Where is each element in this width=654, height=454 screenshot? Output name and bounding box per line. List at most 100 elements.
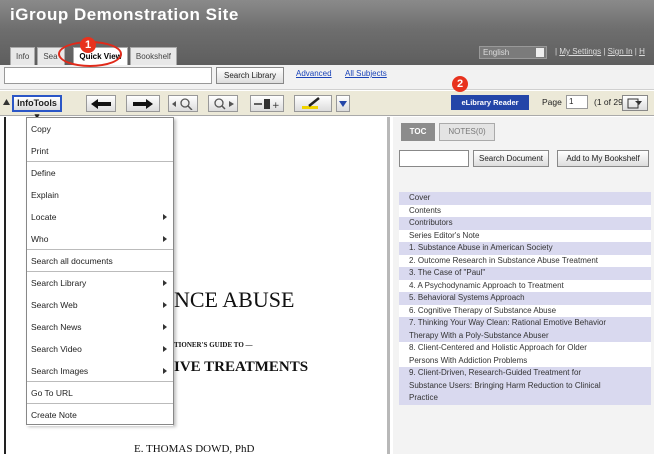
toc-item[interactable]: Therapy With a Poly-Substance Abuser (399, 329, 651, 342)
chevron-down-icon (536, 48, 544, 57)
toc-item[interactable]: Cover (399, 192, 651, 205)
language-value: English (483, 48, 510, 57)
menu-label: Search Video (31, 344, 82, 354)
link-help[interactable]: H (639, 47, 645, 56)
menu-item-search-news[interactable]: Search News (27, 316, 173, 338)
menu-item-search-library[interactable]: Search Library (27, 272, 173, 294)
tab-toc[interactable]: TOC (401, 123, 435, 141)
pages-icon (627, 98, 642, 109)
toc-item[interactable]: Series Editor's Note (399, 229, 651, 242)
highlight-button[interactable] (294, 95, 332, 112)
toc-pane: TOC NOTES(0) Search Document Add to My B… (393, 117, 654, 454)
advanced-search-link[interactable]: Advanced (296, 69, 332, 78)
infotools-menu: Copy Print Define Explain Locate Who Sea… (26, 117, 174, 426)
submenu-arrow-icon (163, 214, 167, 220)
menu-label: Locate (31, 212, 57, 222)
toc-item[interactable]: Persons With Addiction Problems (399, 354, 651, 367)
infotools-label: InfoTools (17, 98, 57, 108)
menu-label: Search all documents (31, 256, 113, 266)
zoom-out-button[interactable] (168, 95, 198, 112)
step-badge-1: 1 (80, 37, 96, 53)
highlight-dropdown[interactable] (336, 95, 350, 112)
arrow-right-icon (133, 99, 153, 109)
tab-info[interactable]: Info (10, 47, 36, 65)
toc-item[interactable]: 7. Thinking Your Way Clean: Rational Emo… (399, 317, 651, 330)
search-library-button[interactable]: Search Library (216, 67, 284, 84)
pages-view-button[interactable] (622, 95, 648, 111)
language-select[interactable]: English (479, 46, 547, 59)
book-author: E. THOMAS DOWD, PhD (134, 443, 255, 454)
menu-label: Explain (31, 190, 59, 200)
toc-item[interactable]: 8. Client-Centered and Holistic Approach… (399, 342, 651, 355)
submenu-arrow-icon (163, 236, 167, 242)
elibrary-reader-button[interactable]: eLibrary Reader (451, 95, 529, 110)
forward-button[interactable] (126, 95, 160, 112)
step-badge-2: 2 (452, 76, 468, 92)
chevron-down-icon (339, 101, 347, 107)
fit-width-button[interactable]: + (250, 95, 284, 112)
toc-item[interactable]: 3. The Case of "Paul" (399, 267, 651, 280)
menu-item-create-note[interactable]: Create Note (27, 404, 173, 426)
menu-item-who[interactable]: Who (27, 228, 173, 250)
menu-item-search-all-documents[interactable]: Search all documents (27, 250, 173, 272)
elibrary-reader-label: eLibrary Reader (461, 98, 519, 107)
menu-item-explain[interactable]: Explain (27, 184, 173, 206)
menu-label: Search Images (31, 366, 89, 376)
link-my-settings[interactable]: My Settings (559, 47, 601, 56)
menu-label: Go To URL (31, 388, 73, 398)
submenu-arrow-icon (163, 346, 167, 352)
tab-bookshelf[interactable]: Bookshelf (129, 47, 178, 65)
search-bar: Search Library Advanced All Subjects (0, 65, 654, 90)
arrow-left-icon (91, 99, 111, 109)
page-label: Page (542, 97, 562, 107)
menu-item-locate[interactable]: Locate (27, 206, 173, 228)
collapse-icon[interactable] (3, 99, 10, 106)
link-sign-in[interactable]: Sign In (608, 47, 633, 56)
submenu-arrow-icon (163, 302, 167, 308)
back-button[interactable] (86, 95, 116, 112)
toc-item[interactable]: 9. Client-Driven, Research-Guided Treatm… (399, 367, 651, 380)
page-number-input[interactable]: 1 (566, 95, 588, 109)
menu-label: Create Note (31, 410, 77, 420)
toc-item[interactable]: 4. A Psychodynamic Approach to Treatment (399, 279, 651, 292)
menu-label: Define (31, 168, 56, 178)
menu-item-print[interactable]: Print (27, 140, 173, 162)
toc-item[interactable]: Substance Users: Bringing Harm Reduction… (399, 379, 651, 392)
toc-item[interactable]: Practice (399, 392, 651, 405)
menu-label: Search Library (31, 278, 87, 288)
toc-item[interactable]: 2. Outcome Research in Substance Abuse T… (399, 254, 651, 267)
add-to-bookshelf-button[interactable]: Add to My Bookshelf (557, 150, 649, 167)
menu-item-search-web[interactable]: Search Web (27, 294, 173, 316)
page-border (4, 117, 6, 454)
tab-notes[interactable]: NOTES(0) (439, 123, 495, 141)
toc-item[interactable]: Contributors (399, 217, 651, 230)
toc-list: Cover Contents Contributors Series Edito… (399, 192, 651, 405)
zoom-in-button[interactable] (208, 95, 238, 112)
search-input[interactable] (4, 67, 212, 84)
menu-label: Search Web (31, 300, 78, 310)
menu-item-go-to-url[interactable]: Go To URL (27, 382, 173, 404)
fit-width-icon: + (254, 99, 280, 111)
menu-label: Who (31, 234, 49, 244)
toc-item[interactable]: 5. Behavioral Systems Approach (399, 292, 651, 305)
book-title-line: NCE ABUSE (174, 287, 295, 312)
menu-item-define[interactable]: Define (27, 162, 173, 184)
zoom-in-icon (214, 98, 234, 110)
toc-item[interactable]: Contents (399, 204, 651, 217)
menu-label: Copy (31, 124, 51, 134)
submenu-arrow-icon (163, 368, 167, 374)
menu-item-copy[interactable]: Copy (27, 118, 173, 140)
menu-item-search-images[interactable]: Search Images (27, 360, 173, 382)
book-subtitle-line: TIONER'S GUIDE TO — (174, 341, 253, 349)
site-title: iGroup Demonstration Site (10, 5, 239, 24)
toc-item[interactable]: 6. Cognitive Therapy of Substance Abuse (399, 304, 651, 317)
menu-item-search-video[interactable]: Search Video (27, 338, 173, 360)
zoom-out-icon (172, 98, 193, 111)
search-document-button[interactable]: Search Document (473, 150, 549, 167)
all-subjects-link[interactable]: All Subjects (345, 69, 387, 78)
menu-label: Print (31, 146, 49, 156)
infotools-button[interactable]: InfoTools ▾ (12, 95, 62, 121)
toc-item[interactable]: 1. Substance Abuse in American Society (399, 242, 651, 255)
book-subtitle-line-2: IVE TREATMENTS (174, 359, 309, 375)
toc-search-input[interactable] (399, 150, 469, 167)
